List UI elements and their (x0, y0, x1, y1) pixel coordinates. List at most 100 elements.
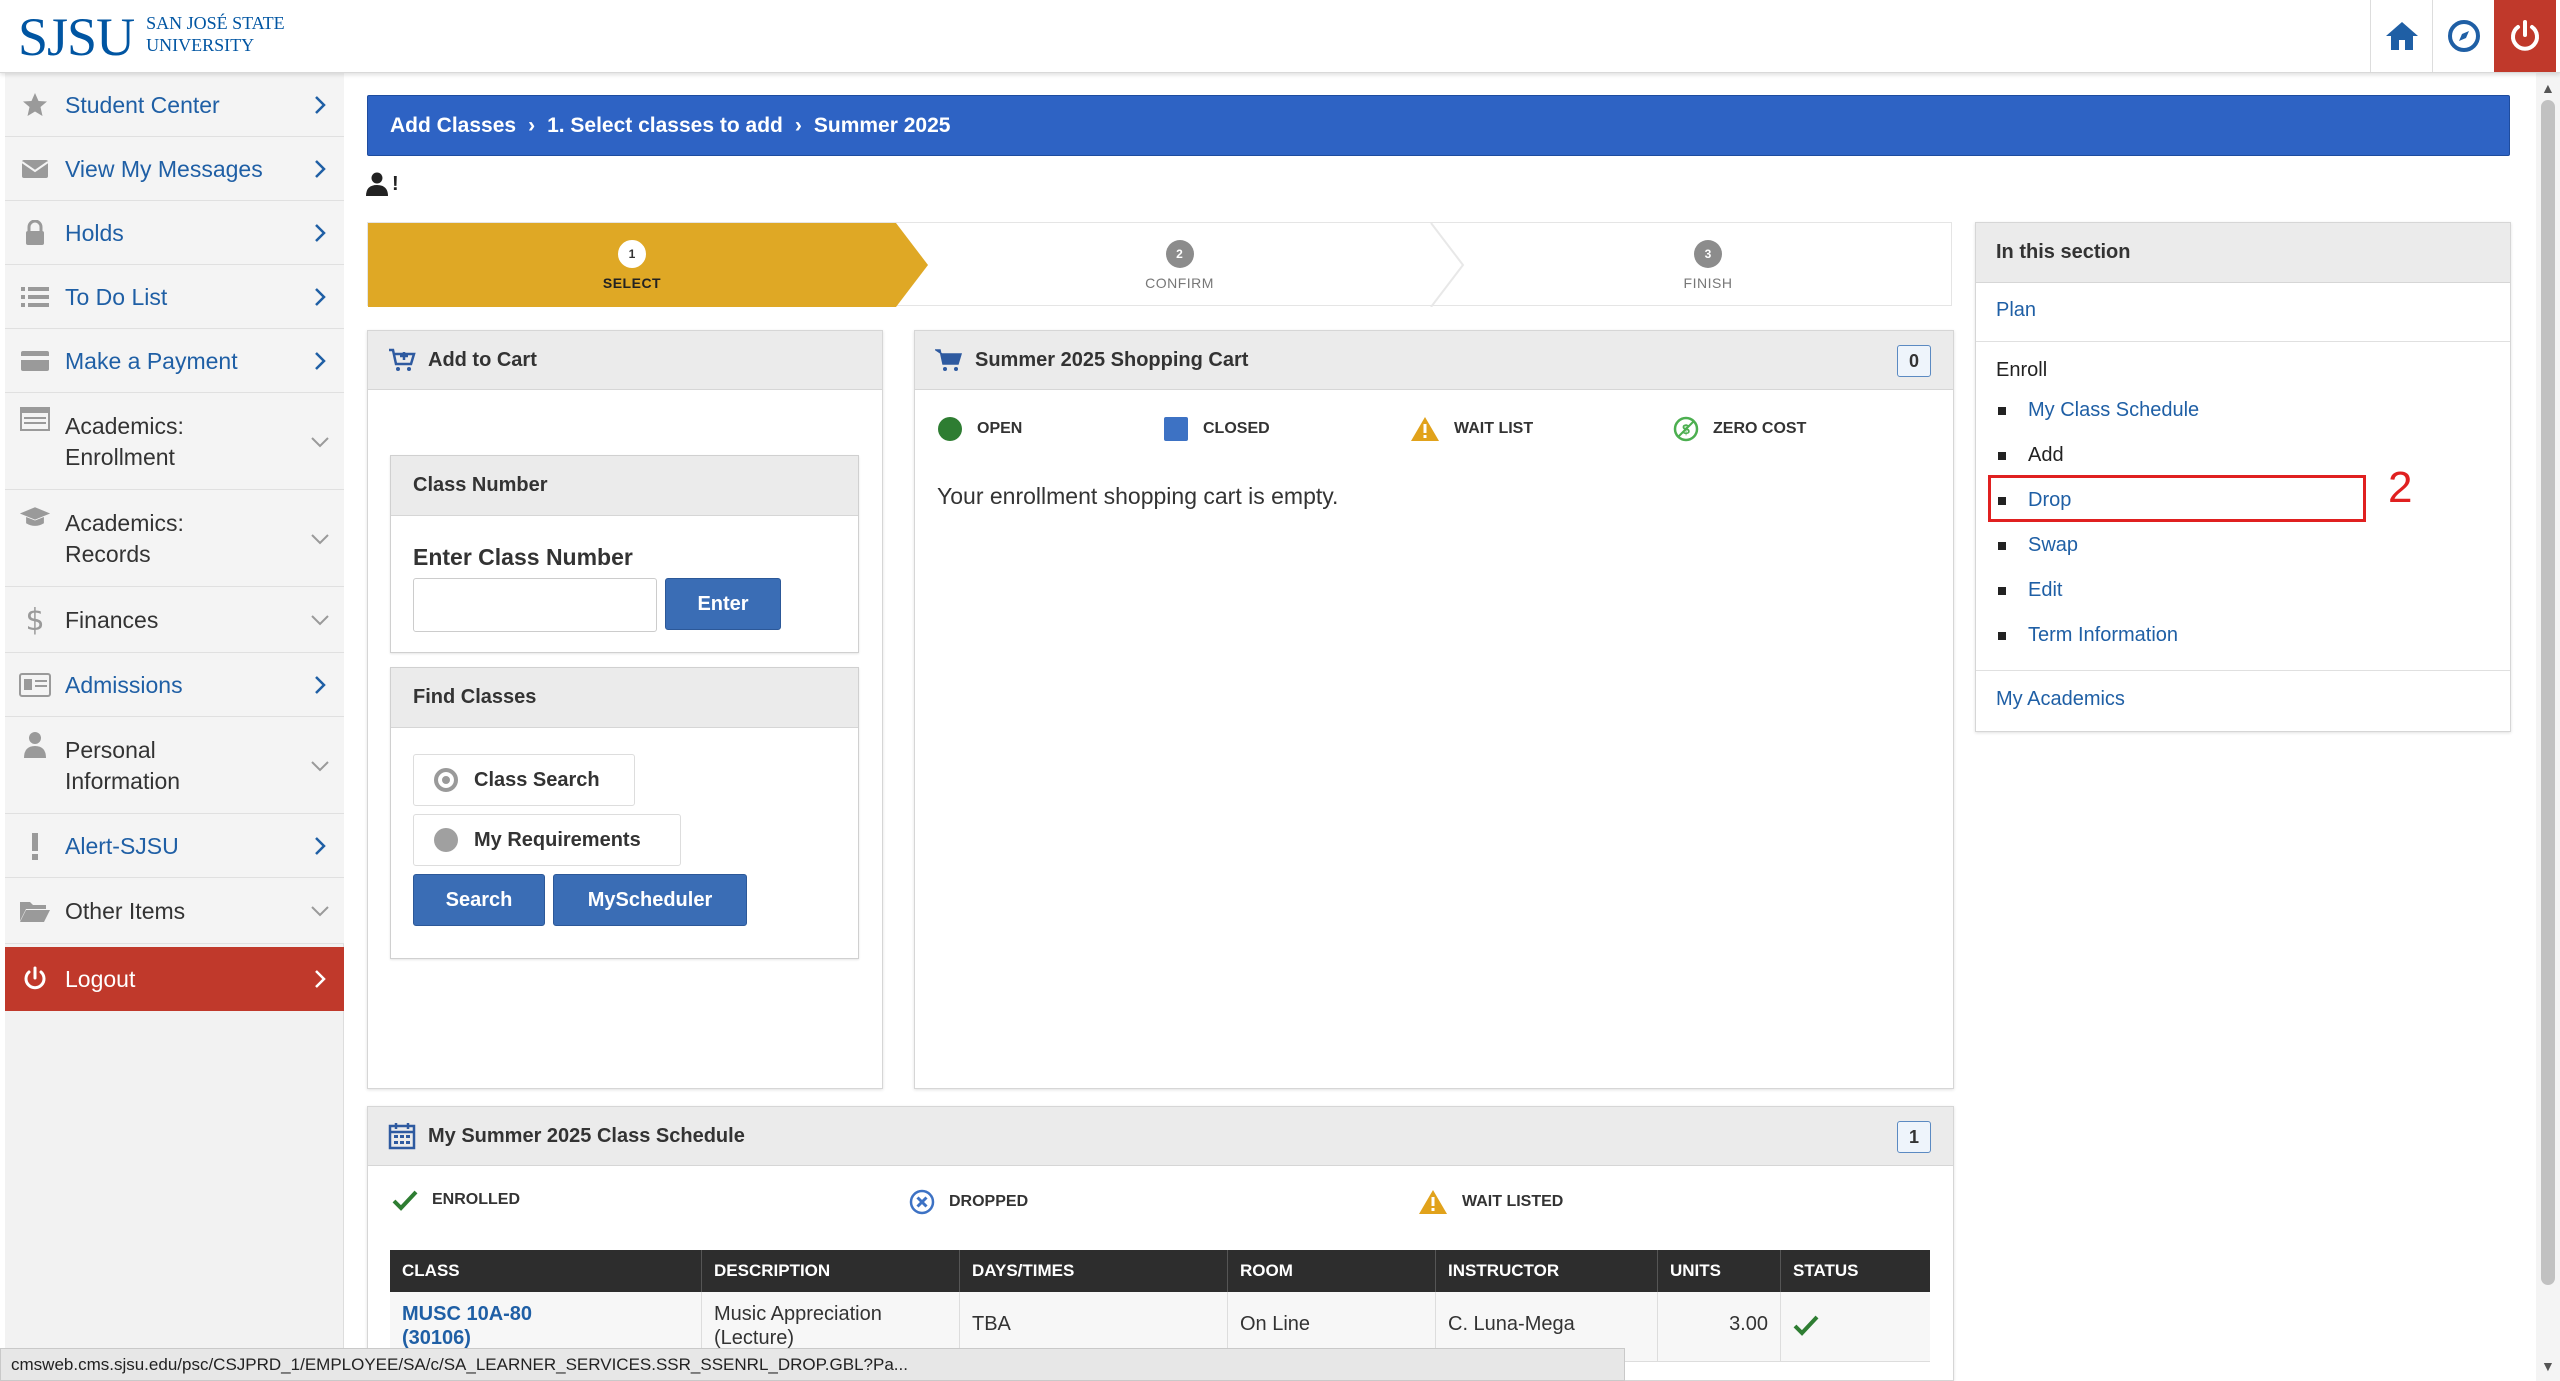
term-information-link[interactable]: Term Information (2028, 624, 2178, 647)
chevron-right-icon: › (794, 113, 802, 137)
table-icon (19, 407, 51, 431)
sidebar-item-label: Admissions (65, 672, 183, 698)
legend-label: ZERO COST (1713, 420, 1807, 437)
sidebar-item-label: Alert-SJSU (65, 833, 179, 859)
edit-link[interactable]: Edit (2028, 579, 2062, 602)
step-label: FINISH (1683, 274, 1733, 291)
class-number-input[interactable] (413, 578, 657, 632)
bullet (1998, 407, 2006, 415)
sidebar-item-alert[interactable]: Alert-SJSU (5, 814, 344, 878)
sub-header: Class Number (391, 456, 858, 516)
class-number: (30106) (402, 1327, 471, 1349)
sidebar-item-label: Make a Payment (65, 348, 238, 374)
sjsu-logo[interactable]: SJSU SAN JOSÉ STATE UNIVERSITY (18, 8, 285, 66)
sidebar-item-label: View My Messages (65, 156, 263, 182)
sidebar-item-label: Academics: Records (65, 508, 184, 570)
user-icon (19, 731, 51, 759)
chevron-right-icon (308, 285, 332, 309)
user-icon (366, 172, 388, 196)
panel-title: My Summer 2025 Class Schedule (428, 1124, 745, 1147)
my-class-schedule-link[interactable]: My Class Schedule (2028, 399, 2199, 422)
enroll-heading: Enroll (1996, 359, 2048, 381)
sidebar-item-personal-info[interactable]: Personal Information (5, 717, 344, 814)
shopping-cart-panel: Summer 2025 Shopping Cart 0 OPEN CLOSED … (914, 330, 1954, 1089)
bullet (1998, 452, 2006, 460)
scrollbar-thumb[interactable] (2541, 100, 2555, 1285)
sidebar-item-finances[interactable]: $ Finances (5, 587, 344, 653)
cart-empty-message: Your enrollment shopping cart is empty. (937, 483, 1339, 509)
calendar-icon (388, 1123, 416, 1150)
sidebar-item-logout[interactable]: Logout (5, 947, 344, 1011)
home-button[interactable] (2370, 0, 2432, 72)
logo-line1: SAN JOSÉ STATE (146, 13, 285, 33)
legend-label: WAIT LISTED (1462, 1193, 1564, 1210)
class-number-box: Class Number Enter Class Number Enter (390, 455, 859, 653)
column-header: ROOM (1228, 1250, 1436, 1292)
sidebar-item-academics-enrollment[interactable]: Academics: Enrollment (5, 393, 344, 490)
sidebar-item-admissions[interactable]: Admissions (5, 653, 344, 717)
section-menu-title: In this section (1996, 241, 2131, 263)
column-header: UNITS (1658, 1250, 1781, 1292)
panel-header: Summer 2025 Shopping Cart 0 (915, 331, 1953, 390)
column-header: CLASS (390, 1250, 702, 1292)
envelope-icon (19, 158, 51, 180)
chevron-down-icon (308, 430, 332, 454)
sub-header: Find Classes (391, 668, 858, 728)
navigator-button[interactable] (2432, 0, 2494, 72)
star-icon (19, 92, 51, 118)
step-number: 3 (1694, 239, 1722, 268)
dollar-icon: $ (25, 603, 45, 638)
divider (1976, 670, 2510, 671)
lock-icon (19, 220, 51, 246)
search-button[interactable]: Search (413, 874, 545, 926)
sidebar-item-student-center[interactable]: Student Center (5, 73, 344, 137)
units-cell: 3.00 (1658, 1292, 1781, 1362)
chevron-right-icon (308, 93, 332, 117)
class-search-radio[interactable]: Class Search (413, 754, 635, 806)
green-circle-icon (938, 417, 962, 441)
find-classes-box: Find Classes Class Search My Requirement… (390, 667, 859, 959)
id-card-icon (19, 673, 51, 697)
sidebar-item-label: Academics: Enrollment (65, 411, 184, 473)
legend-label: DROPPED (949, 1193, 1029, 1210)
breadcrumb-item: Summer 2025 (813, 113, 951, 137)
step-label: CONFIRM (1145, 274, 1214, 291)
sidebar-item-label: Logout (65, 966, 136, 992)
label-line1: Personal (65, 737, 156, 763)
swap-link[interactable]: Swap (2028, 534, 2078, 557)
sidebar-item-label: Holds (65, 220, 124, 246)
sidebar-item-academics-records[interactable]: Academics: Records (5, 490, 344, 587)
sidebar-item-messages[interactable]: View My Messages (5, 137, 344, 201)
bullet (1998, 632, 2006, 640)
scroll-up-icon[interactable]: ▲ (2541, 80, 2555, 96)
my-requirements-radio[interactable]: My Requirements (413, 814, 681, 866)
my-academics-link[interactable]: My Academics (1996, 688, 2125, 711)
step-finish: 3 FINISH (1463, 223, 1953, 307)
chevron-right-icon (308, 157, 332, 181)
step-number: 1 (618, 239, 646, 268)
enter-class-number-label: Enter Class Number (413, 544, 633, 570)
sidebar-item-holds[interactable]: Holds (5, 201, 344, 265)
legend-label: ENROLLED (432, 1191, 520, 1208)
plan-link[interactable]: Plan (1996, 299, 2036, 322)
column-header: DESCRIPTION (702, 1250, 960, 1292)
graduation-cap-icon (19, 504, 51, 530)
myscheduler-button[interactable]: MyScheduler (553, 874, 747, 926)
breadcrumb-item[interactable]: 1. Select classes to add (547, 114, 783, 138)
sidebar-item-todo[interactable]: To Do List (5, 265, 344, 329)
add-to-cart-panel: Add to Cart Class Number Enter Class Num… (367, 330, 883, 1089)
enter-button[interactable]: Enter (665, 578, 781, 630)
schedule-table-header: CLASS DESCRIPTION DAYS/TIMES ROOM INSTRU… (390, 1250, 1930, 1292)
credit-card-icon (19, 350, 51, 372)
sidebar-item-label: Other Items (65, 898, 186, 924)
scroll-down-icon[interactable]: ▼ (2541, 1358, 2555, 1374)
sidebar-item-payment[interactable]: Make a Payment (5, 329, 344, 393)
checkmark-icon (1793, 1315, 1819, 1336)
sidebar-item-other[interactable]: Other Items (5, 878, 344, 944)
label-line1: Academics: (65, 413, 184, 439)
signout-button[interactable] (2494, 0, 2556, 72)
breadcrumb-item[interactable]: Add Classes (390, 114, 516, 138)
legend-dropped: DROPPED (909, 1189, 1028, 1215)
step-label: SELECT (602, 274, 662, 291)
class-link[interactable]: MUSC 10A-80 (30106) (402, 1303, 532, 1349)
